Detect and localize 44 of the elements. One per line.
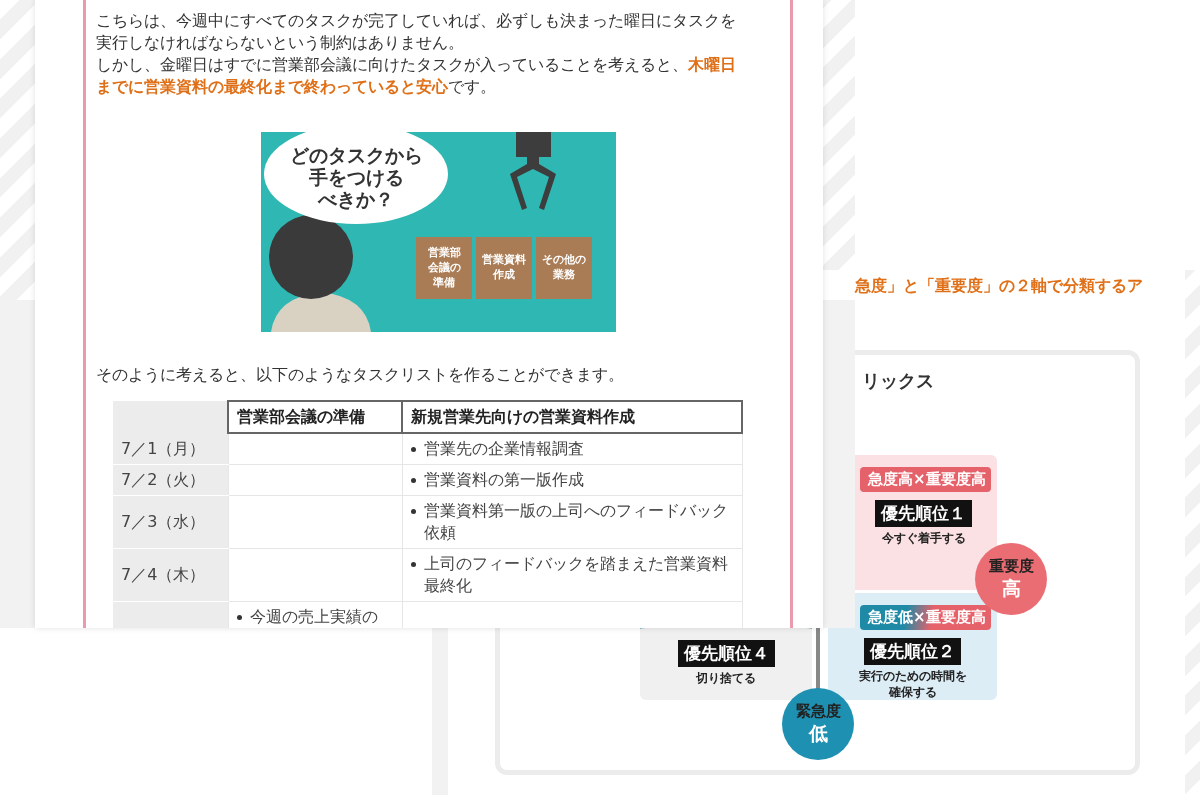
speech-text: どのタスクから [289,144,422,166]
action-text: 実行のための時間を確保する [857,668,968,700]
bullet-icon [410,478,416,483]
axis-level: 低 [808,720,828,746]
priority-label: 優先順位１ [875,500,972,527]
speech-text: べきか？ [317,188,394,210]
body-text: こちらは、今週中にすべてのタスクが完了していれば、必ずしも決まった曜日にタスクを実行しなければならないという制約はありません。 [96,10,737,54]
axis-name: 緊急度 [795,701,841,721]
box-label: 営業部 [427,246,460,259]
body-text: そのように考えると、以下のようなタスクリストを作ることができます。 [96,364,625,386]
date-cell: 7／1（月） [113,433,228,465]
bullet-icon [410,509,416,514]
column-header: 営業部会議の準備 [228,401,402,433]
box-label: その他の [541,253,586,266]
box-label: 営業資料 [481,253,526,266]
date-cell: 7／2（火） [113,464,228,496]
task-text: 上司のフィードバックを踏まえた営業資料最終化 [423,553,729,597]
bullet-icon [236,615,242,620]
box-label: 業務 [552,268,575,281]
speech-text: 手をつける [308,166,403,188]
bullet-icon [410,447,416,452]
column-header: 新規営業先向けの営業資料作成 [402,401,742,433]
body-text: しかし、金曜日はすでに営業部会議に向けたタスクが入っていることを考えると、木曜日までに営業資料の最終化まで終わっていると安心です。 [96,54,737,98]
action-text: 切り捨てる [696,670,756,686]
date-cell: 7／3（水） [113,495,228,549]
priority-label: 優先順位２ [864,638,961,665]
section-heading: 急度」と「重要度」の２軸で分類するア [855,276,1143,297]
task-text: 今週の売上実績の [249,606,378,628]
matrix-title: リックス [862,369,934,393]
task-text: 営業資料の第一版作成 [423,469,584,491]
bullet-icon [410,562,416,567]
task-text: 営業先の企業情報調査 [423,438,584,460]
person-silhouette-icon [268,215,371,332]
date-cell: 7／4（木） [113,548,228,602]
quadrant-label: 急度高×重要度高 [860,467,991,492]
priority-label: 優先順位４ [677,640,775,667]
box-label: 作成 [492,268,515,281]
quadrant-label: 急度低×重要度高 [860,605,991,630]
action-text: 今すぐ着手する [881,530,966,546]
box-label: 会議の [427,261,460,274]
axis-name: 重要度 [988,556,1034,576]
axis-level: 高 [1001,575,1021,601]
task-text: 営業資料第一版の上司へのフィードバック依頼 [423,500,729,544]
box-label: 準備 [432,276,455,289]
